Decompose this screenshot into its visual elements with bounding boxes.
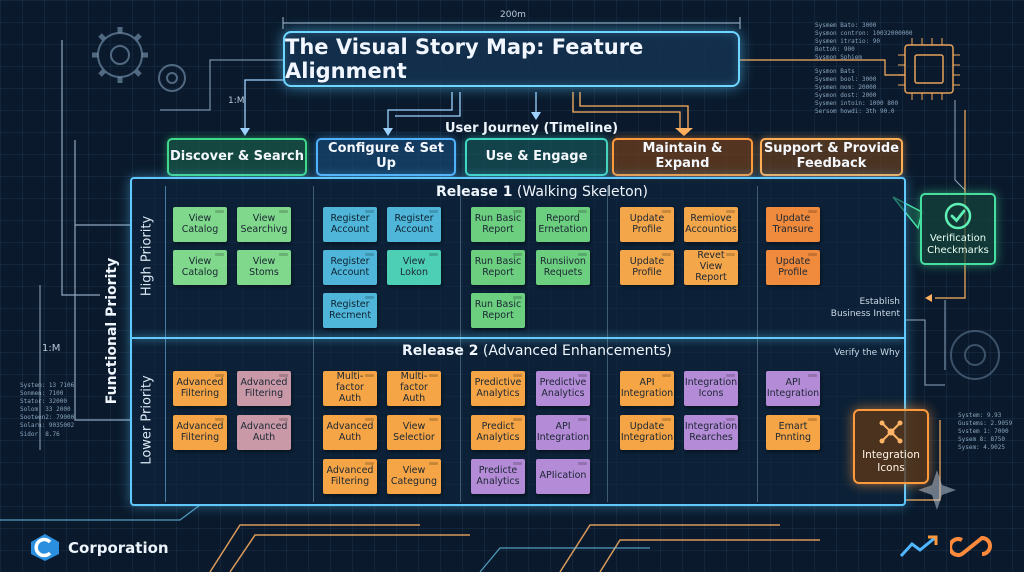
company-name: Corporation [68, 539, 169, 557]
release2-title: Release 2 (Advanced Enhancements) [402, 343, 672, 359]
activity-maintain-expand[interactable]: Maintain & Expand [612, 138, 753, 176]
release-divider [132, 337, 904, 339]
story-card[interactable]: Revet View Report [684, 250, 738, 285]
story-card[interactable]: Advanced Filtering [173, 371, 227, 406]
story-card[interactable]: Remiove Accountios [684, 207, 738, 242]
release2-subtitle: (Advanced Enhancements) [482, 343, 672, 359]
journey-label: User Journey (Timeline) [445, 121, 619, 136]
activity-discover-search[interactable]: Discover & Search [167, 138, 307, 176]
story-card[interactable]: Advanced Filtering [173, 415, 227, 450]
story-card[interactable]: Advanced Filtering [237, 371, 291, 406]
column-divider [757, 186, 758, 502]
sysinfo-top2: Sysmon Bats Sysmen bool: 3000 Sysmen mom: … [815, 68, 899, 116]
story-card[interactable]: View Catalog [173, 250, 227, 285]
establish-intent-note: Establish Business Intent [830, 297, 900, 319]
story-card[interactable]: View Selectior [387, 415, 441, 450]
release1-title: Release 1 (Walking Skeleton) [436, 184, 648, 200]
story-card[interactable]: Advanced Filtering [323, 459, 377, 494]
story-card[interactable]: API Integration [536, 415, 590, 450]
story-card[interactable]: Advanced Auth [237, 415, 291, 450]
story-card[interactable]: Update Transure [766, 207, 820, 242]
functional-priority-label: Functional Priority [104, 257, 120, 405]
sysinfo-top: Sysmem Bato: 3000 Sysmon contron: 1003200… [815, 22, 913, 62]
story-card[interactable]: Predicte Analytics [471, 459, 525, 494]
story-card[interactable]: Advanced Auth [323, 415, 377, 450]
lower-priority-label: Lower Priority [139, 375, 155, 465]
activity-support-feedback[interactable]: Support & Provide Feedback [760, 138, 903, 176]
integration-label: Integration Icons [862, 449, 920, 474]
sysinfo-left: System: 13 7106 Sonmen: 7100 Stator: 32000… [20, 382, 75, 438]
story-card[interactable]: View Catalog [173, 207, 227, 242]
integration-badge: Integration Icons [853, 409, 929, 484]
story-card[interactable]: Run Basic Report [471, 250, 525, 285]
story-card[interactable]: Run Basic Report [471, 207, 525, 242]
integration-network-icon [879, 420, 903, 444]
verify-why-note: Verify the Why [834, 348, 900, 358]
story-card[interactable]: Predict Analytics [471, 415, 525, 450]
page-title: The Visual Story Map: Feature Alignment [283, 31, 740, 87]
verification-label: Verification Checkmarks [927, 233, 989, 256]
column-divider [313, 186, 314, 502]
activity-configure-setup[interactable]: Configure & Set Up [316, 138, 456, 176]
checkmark-circle-icon [944, 202, 972, 230]
release1-subtitle: (Walking Skeleton) [516, 184, 649, 200]
story-card[interactable]: API Integration [766, 371, 820, 406]
priority-axis-line [165, 186, 166, 502]
story-card[interactable]: Integration Icons [684, 371, 738, 406]
release1-name: Release 1 [436, 184, 513, 200]
growth-arrow-icon [899, 535, 938, 558]
release2-name: Release 2 [402, 343, 479, 359]
story-card[interactable]: Update Profile [620, 207, 674, 242]
story-card[interactable]: API Integration [620, 371, 674, 406]
story-card[interactable]: Multi-factor Auth [387, 371, 441, 406]
story-card[interactable]: View Stoms [237, 250, 291, 285]
story-card[interactable]: Multi-factor Auth [323, 371, 377, 406]
story-card[interactable]: View Searchivg [237, 207, 291, 242]
story-card[interactable]: Register Recment [323, 293, 377, 328]
ratio-label-left: 1:M [42, 343, 61, 354]
story-card[interactable]: View Categung [387, 459, 441, 494]
story-card[interactable]: Predictive Analytics [471, 371, 525, 406]
verification-badge: Verification Checkmarks [920, 193, 996, 265]
ratio-label-top: 1:M [228, 96, 245, 106]
story-card[interactable]: View Lokon [387, 250, 441, 285]
story-card[interactable]: Register Account [323, 250, 377, 285]
sysinfo-right: System: 9.93 Gustems: 2.9059 Svstem 1: 700… [958, 412, 1013, 452]
story-card[interactable]: Update Profile [766, 250, 820, 285]
activity-use-engage[interactable]: Use & Engage [465, 138, 608, 176]
high-priority-label: High Priority [139, 215, 155, 297]
story-card[interactable]: Register Account [323, 207, 377, 242]
story-card[interactable]: Update Profile [620, 250, 674, 285]
story-card[interactable]: APIication [536, 459, 590, 494]
story-card[interactable]: Integration Rearches [684, 415, 738, 450]
story-card[interactable]: Repord Ernetation [536, 207, 590, 242]
infinity-link-icon [950, 535, 992, 557]
story-card[interactable]: Run Basic Report [471, 293, 525, 328]
story-card[interactable]: Register Account [387, 207, 441, 242]
story-card[interactable]: Predictive Analytics [536, 371, 590, 406]
story-card[interactable]: Runsiivon Requets [536, 250, 590, 285]
story-card[interactable]: Emart Pnnting [766, 415, 820, 450]
story-card[interactable]: Update Integration [620, 415, 674, 450]
dimension-label: 200m [500, 10, 526, 20]
corporation-logo-icon [31, 534, 59, 561]
